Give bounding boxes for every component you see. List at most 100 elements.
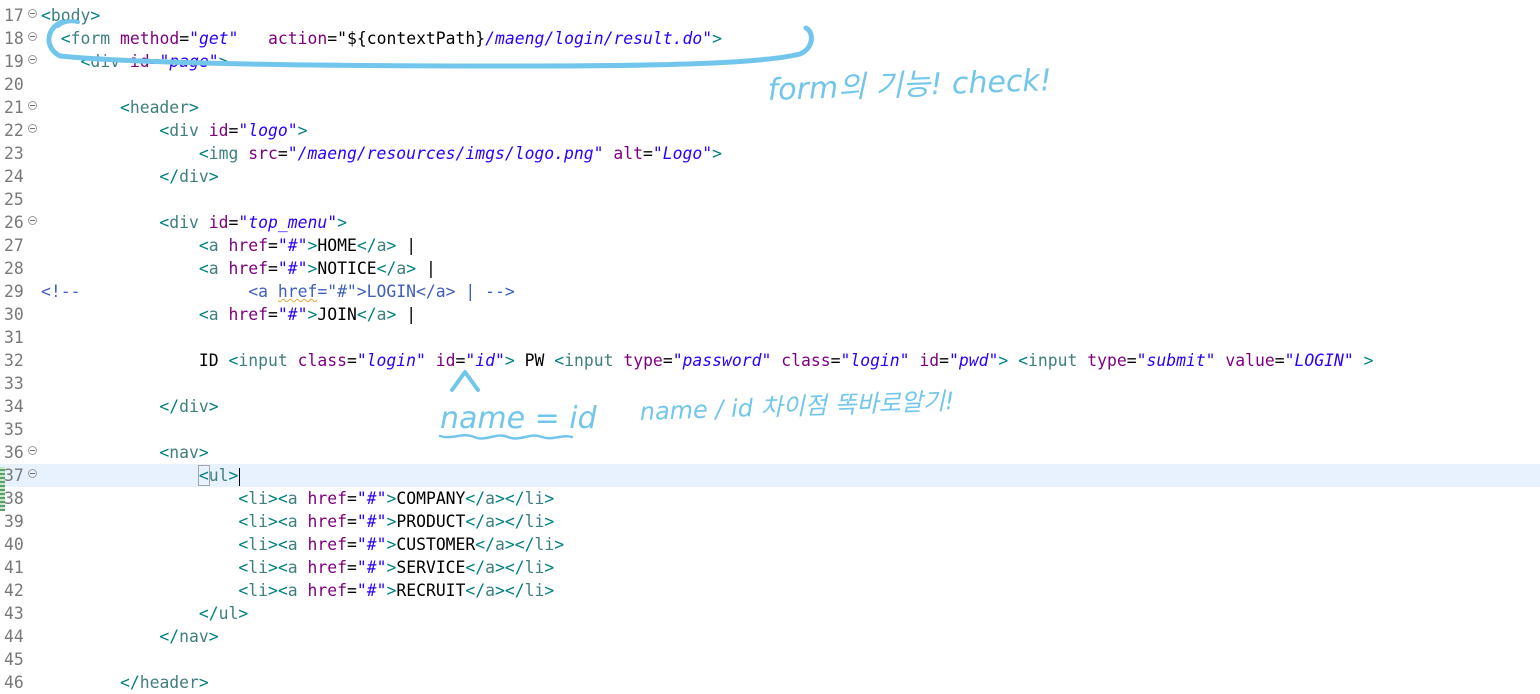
code-text: </header> [41,671,209,694]
line-gutter: 35 [0,418,40,441]
code-token: < [238,512,249,531]
code-token: body [50,6,91,25]
line-gutter: 38 [0,487,40,510]
code-token: = [268,236,278,255]
code-line[interactable]: 24 </div> [0,165,1540,188]
code-token: "#" [356,558,387,577]
code-token: > [218,52,229,71]
code-text: </div> [41,165,218,188]
code-token: </ [198,604,219,623]
line-gutter: 44 [0,625,40,648]
line-gutter: 33 [0,372,40,395]
code-token: ></ [495,558,525,577]
code-editor[interactable]: 17 <body> 18 <form method="get" action="${… [0,0,1540,694]
code-token: </ [465,558,486,577]
code-line[interactable]: 25 [0,188,1540,211]
code-token: nav [179,627,209,646]
code-token: a [485,558,496,577]
code-token: < [41,6,51,25]
code-token: "#" [277,305,308,324]
fold-toggle-icon[interactable] [28,9,37,18]
code-line[interactable]: 39 <li><a href="#">PRODUCT</a></li> [0,510,1540,533]
code-line[interactable]: 41 <li><a href="#">SERVICE</a></li> [0,556,1540,579]
code-token: a [287,512,298,531]
code-line[interactable]: 44 </nav> [0,625,1540,648]
code-line[interactable]: 30 <a href="#">JOIN</a> | [0,303,1540,326]
line-number: 30 [4,305,24,324]
code-line[interactable]: 40 <li><a href="#">CUSTOMER</a></li> [0,533,1540,556]
code-text: <!-- <a href="#">LOGIN</a> | --> [41,280,515,303]
fold-toggle-icon[interactable] [28,124,37,133]
code-line[interactable]: 43 </ul> [0,602,1540,625]
line-number: 37 [4,466,24,485]
code-line[interactable]: 29 <!-- <a href="#">LOGIN</a> | --> [0,280,1540,303]
code-token: = [346,489,357,508]
code-token: > [544,558,555,577]
fold-toggle-icon[interactable] [28,216,37,225]
fold-toggle-icon[interactable] [28,55,37,64]
code-token: header [139,673,199,692]
code-line[interactable]: 42 <li><a href="#">RECRUIT</a></li> [0,579,1540,602]
code-token: method [119,29,180,48]
code-line[interactable]: 26 <div id="top_menu"> [0,211,1540,234]
code-token: a [376,305,387,324]
line-number: 41 [4,558,24,577]
code-token: "Logo" [652,144,713,163]
code-line[interactable]: 35 [0,418,1540,441]
code-line[interactable]: 20 [0,73,1540,96]
code-token: href [228,236,268,255]
code-token: > [386,512,397,531]
code-text: <form method="get" action="${contextPath… [41,27,722,50]
code-line[interactable]: 46 </header> [0,671,1540,694]
code-token: "login" [356,351,426,370]
line-number: 23 [4,144,24,163]
code-line[interactable]: 19 <div id="page"> [0,50,1540,73]
code-line[interactable]: 34 </div> [0,395,1540,418]
line-number: 22 [4,121,24,140]
code-token: type [1087,351,1127,370]
code-token: header [129,98,190,117]
code-token: "/maeng/resources/imgs/logo.png" [287,144,604,163]
code-text: <li><a href="#">PRODUCT</a></li> [41,510,554,533]
line-number: 17 [4,6,24,25]
code-line[interactable]: 32 ID <input class="login" id="id"> PW <… [0,349,1540,372]
code-token: ="#">LOGIN</a> | --> [317,282,515,301]
code-line[interactable]: 28 <a href="#">NOTICE</a> | [0,257,1540,280]
code-token: < [198,236,209,255]
code-line[interactable]: 23 <img src="/maeng/resources/imgs/logo.… [0,142,1540,165]
code-token: < [60,29,71,48]
fold-toggle-icon[interactable] [28,446,37,455]
line-gutter: 31 [0,326,40,349]
code-line[interactable]: 18 <form method="get" action="${contextP… [0,27,1540,50]
code-line[interactable]: 45 [0,648,1540,671]
line-gutter: 46 [0,671,40,694]
code-line[interactable]: 21 <header> [0,96,1540,119]
code-text: <li><a href="#">SERVICE</a></li> [41,556,554,579]
code-token: li [524,489,545,508]
fold-toggle-icon[interactable] [28,469,37,478]
code-line[interactable]: 36 <nav> [0,441,1540,464]
line-number: 29 [4,282,24,301]
code-token: >< [268,535,288,554]
line-gutter: 21 [0,96,40,119]
code-token: = [643,144,653,163]
code-line[interactable]: 38 <li><a href="#">COMPANY</a></li> [0,487,1540,510]
code-line[interactable]: 37 <ul> [0,464,1540,487]
fold-toggle-icon[interactable] [28,101,37,110]
code-token: > [386,489,397,508]
code-line[interactable]: 33 [0,372,1540,395]
fold-toggle-icon[interactable] [28,32,37,41]
code-line[interactable]: 27 <a href="#">HOME</a> | [0,234,1540,257]
code-token: "password" [672,351,772,370]
code-line[interactable]: 22 <div id="logo"> [0,119,1540,142]
code-token: ID [41,351,229,370]
code-line[interactable]: 17 <body> [0,4,1540,27]
code-token: a [208,259,219,278]
code-line[interactable]: 31 [0,326,1540,349]
line-gutter: 25 [0,188,40,211]
